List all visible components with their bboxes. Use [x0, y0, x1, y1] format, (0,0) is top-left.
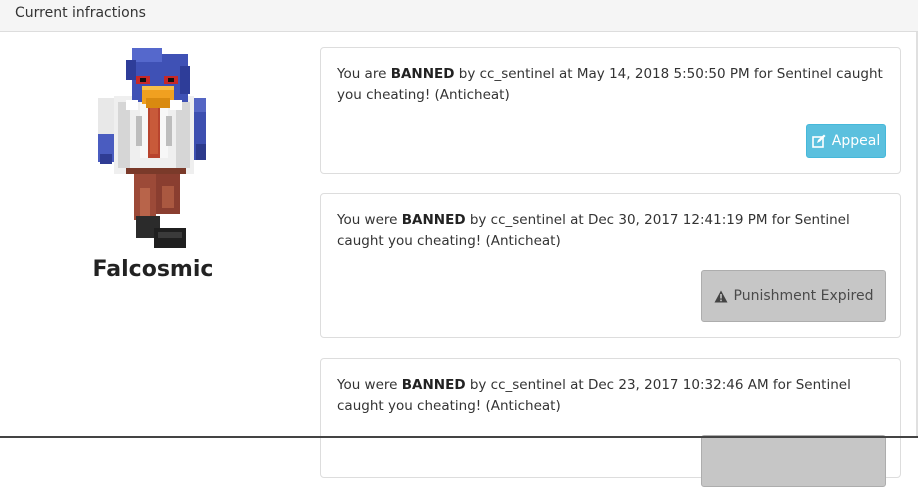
infraction-card: You were BANNED by cc_sentinel at Dec 23… [320, 358, 901, 487]
player-name: Falcosmic [92, 257, 214, 282]
appeal-button-label: Appeal [831, 133, 881, 149]
punishment-expired-button: Punishment Expired [701, 270, 886, 322]
infraction-message: You were BANNED by cc_sentinel at Dec 30… [337, 210, 885, 252]
infraction-type: BANNED [390, 66, 455, 82]
edit-icon [811, 134, 826, 148]
panel-heading: Current infractions [0, 0, 918, 32]
infraction-message: You are BANNED by cc_sentinel at May 14,… [337, 64, 885, 106]
infraction-action-button [701, 435, 886, 487]
infraction-prefix: You were [337, 212, 402, 228]
infraction-card: You are BANNED by cc_sentinel at May 14,… [320, 47, 901, 174]
player-avatar [98, 48, 206, 248]
infraction-message: You were BANNED by cc_sentinel at Dec 23… [337, 375, 885, 417]
infraction-prefix: You are [337, 66, 391, 82]
appeal-button[interactable]: Appeal [806, 124, 886, 158]
punishment-expired-label: Punishment Expired [733, 288, 874, 304]
panel-title: Current infractions [15, 5, 146, 21]
infraction-prefix: You were [337, 377, 402, 393]
infraction-type: BANNED [401, 377, 466, 393]
infraction-type: BANNED [401, 212, 466, 228]
warning-icon [714, 290, 728, 302]
infraction-card: You were BANNED by cc_sentinel at Dec 30… [320, 193, 901, 338]
